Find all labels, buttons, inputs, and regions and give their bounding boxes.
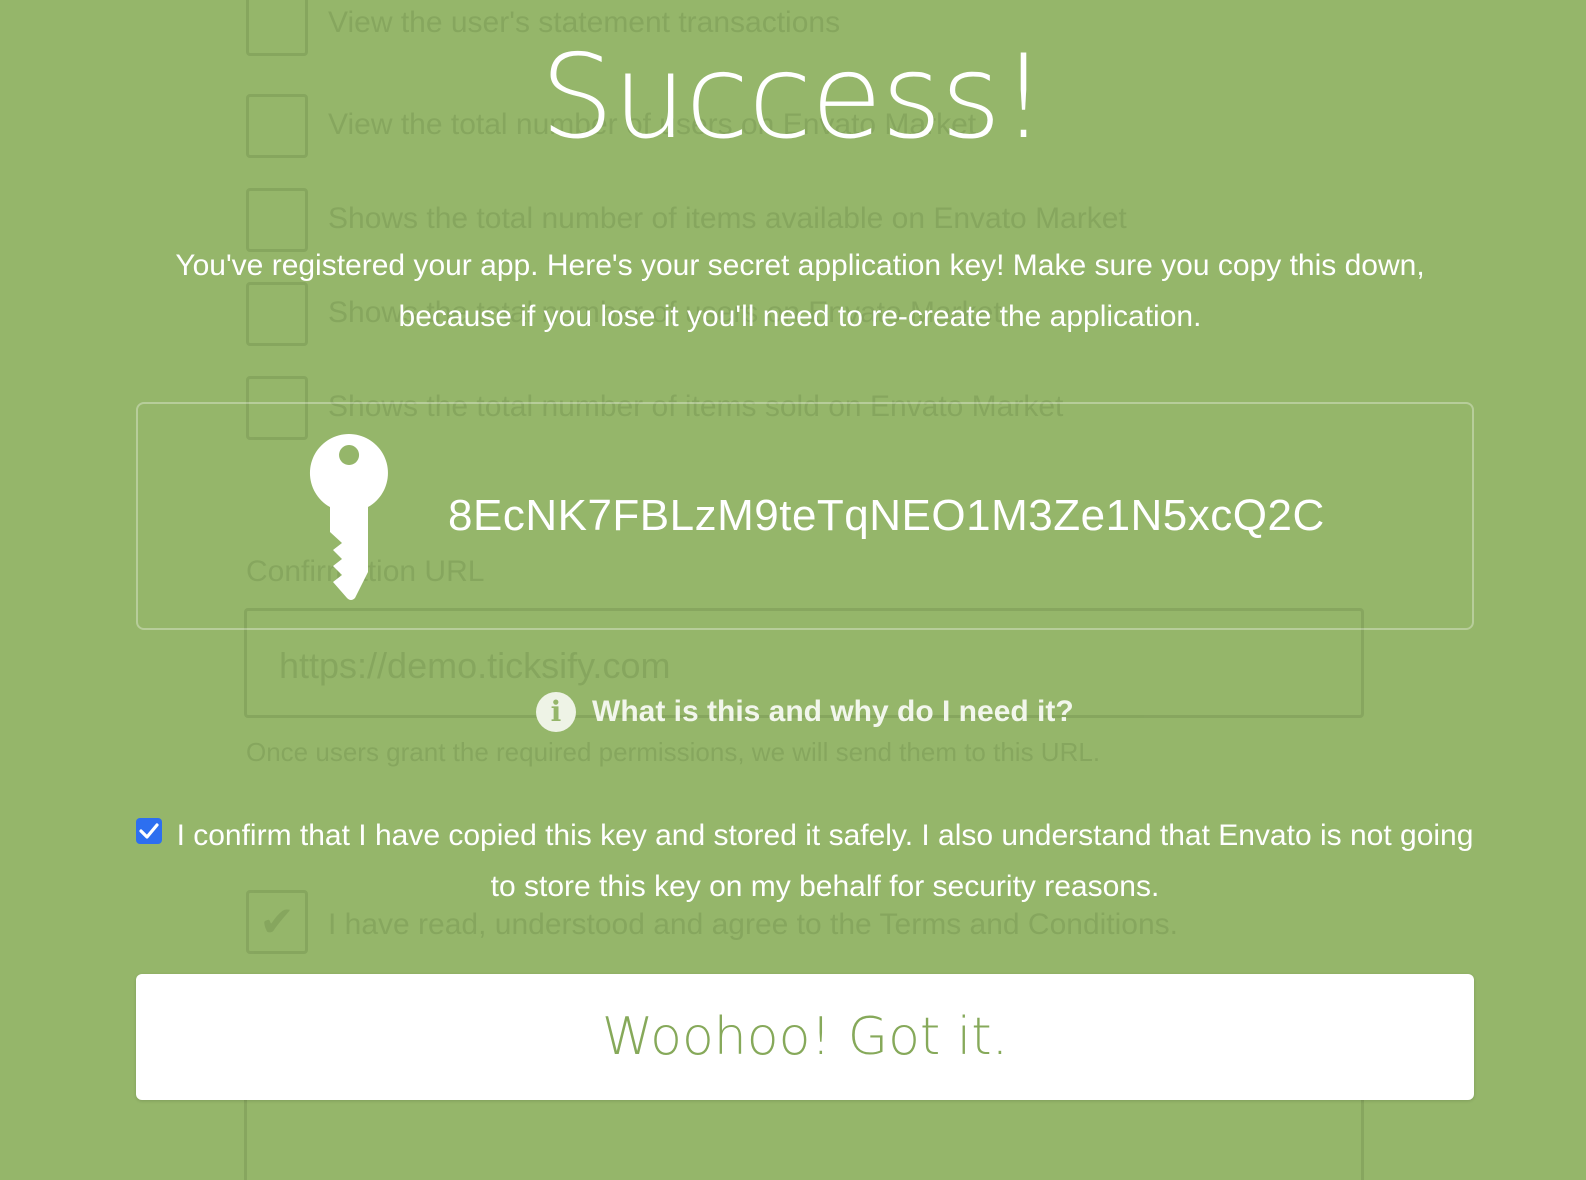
success-modal: Success! You've registered your app. Her…: [0, 0, 1586, 1180]
modal-title: Success!: [540, 30, 1046, 165]
confirm-label: I confirm that I have copied this key an…: [176, 819, 1474, 903]
key-icon: [309, 434, 388, 600]
info-link[interactable]: i What is this and why do I need it?: [536, 692, 1074, 732]
confirm-checkbox[interactable]: [136, 818, 162, 844]
info-link-text: What is this and why do I need it?: [592, 695, 1074, 728]
app-key-panel: 8EcNK7FBLzM9teTqNEO1M3Ze1N5xcQ2C: [136, 402, 1474, 630]
checkmark-icon: [139, 823, 159, 839]
app-key-value[interactable]: 8EcNK7FBLzM9teTqNEO1M3Ze1N5xcQ2C: [448, 488, 1325, 544]
got-it-button[interactable]: Woohoo! Got it.: [136, 974, 1474, 1100]
info-circle-icon: i: [536, 692, 576, 732]
intro-text: You've registered your app. Here's your …: [175, 249, 1425, 333]
